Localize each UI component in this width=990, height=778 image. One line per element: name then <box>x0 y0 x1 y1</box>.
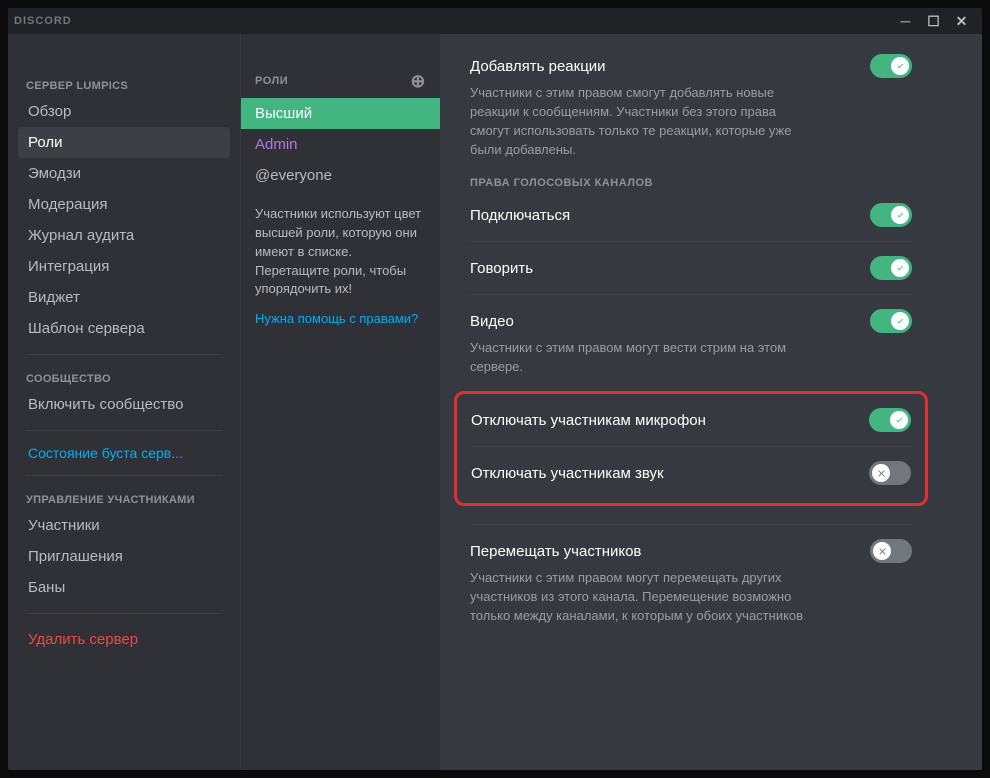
nav-boost-status[interactable]: Состояние буста серв... <box>18 441 230 465</box>
perm-mute-members: Отключать участникам микрофон <box>471 408 911 432</box>
nav-bans[interactable]: Баны <box>18 572 230 603</box>
nav-emoji[interactable]: Эмодзи <box>18 158 230 189</box>
sidebar-divider <box>26 613 222 614</box>
nav-overview[interactable]: Обзор <box>18 96 230 127</box>
highlighted-permissions: Отключать участникам микрофон Отключать … <box>454 391 928 506</box>
sidebar-divider <box>26 430 222 431</box>
voice-permissions-label: ПРАВА ГОЛОСОВЫХ КАНАЛОВ <box>470 177 912 189</box>
nav-delete-server[interactable]: Удалить сервер <box>18 624 230 655</box>
perm-add-reactions-title: Добавлять реакции <box>470 58 606 75</box>
perm-divider <box>470 241 912 242</box>
perm-add-reactions: Добавлять реакции Участники с этим право… <box>470 54 912 159</box>
content-area: СЕРВЕР LUMPICS Обзор Роли Эмодзи Модерац… <box>8 34 982 770</box>
role-item-highest[interactable]: Высший <box>241 98 440 129</box>
perm-video-desc: Участники с этим правом могут вести стри… <box>470 339 810 377</box>
add-role-button[interactable]: ⊕ <box>410 72 426 90</box>
window-maximize-button[interactable]: ☐ <box>920 8 948 34</box>
nav-invites[interactable]: Приглашения <box>18 541 230 572</box>
sidebar-settings: СЕРВЕР LUMPICS Обзор Роли Эмодзи Модерац… <box>8 34 240 770</box>
window-close-button[interactable]: ✕ <box>948 8 976 34</box>
community-section-label: СООБЩЕСТВО <box>18 365 230 389</box>
roles-header-label: РОЛИ <box>255 75 288 87</box>
perm-mute-members-toggle[interactable] <box>869 408 911 432</box>
roles-column: РОЛИ ⊕ Высший Admin @everyone Участники … <box>240 34 440 770</box>
permissions-panel: Добавлять реакции Участники с этим право… <box>440 34 982 770</box>
perm-video-toggle[interactable] <box>870 309 912 333</box>
perm-move-members-desc: Участники с этим правом могут перемещать… <box>470 569 810 626</box>
role-item-admin[interactable]: Admin <box>241 129 440 160</box>
perm-connect-title: Подключаться <box>470 207 570 224</box>
members-section-label: УПРАВЛЕНИЕ УЧАСТНИКАМИ <box>18 486 230 510</box>
perm-connect-toggle[interactable] <box>870 203 912 227</box>
perm-move-members-title: Перемещать участников <box>470 543 641 560</box>
roles-header: РОЛИ ⊕ <box>241 72 440 98</box>
nav-widget[interactable]: Виджет <box>18 282 230 313</box>
brand-label: DISCORD <box>14 15 72 27</box>
nav-roles[interactable]: Роли <box>18 127 230 158</box>
perm-deafen-members: Отключать участникам звук <box>471 461 911 485</box>
perm-deafen-members-toggle[interactable] <box>869 461 911 485</box>
window-minimize-button[interactable]: ─ <box>892 8 920 34</box>
nav-template[interactable]: Шаблон сервера <box>18 313 230 344</box>
perm-speak-title: Говорить <box>470 260 533 277</box>
perm-deafen-members-title: Отключать участникам звук <box>471 465 664 482</box>
app-window: DISCORD ─ ☐ ✕ ✕ ESC СЕРВЕР LUMPICS Обзор… <box>8 8 982 770</box>
sidebar-divider <box>26 354 222 355</box>
nav-audit-log[interactable]: Журнал аудита <box>18 220 230 251</box>
perm-divider <box>470 524 912 525</box>
role-item-everyone[interactable]: @everyone <box>241 160 440 191</box>
nav-enable-community[interactable]: Включить сообщество <box>18 389 230 420</box>
nav-integrations[interactable]: Интеграция <box>18 251 230 282</box>
perm-move-members: Перемещать участников Участники с этим п… <box>470 539 912 626</box>
titlebar: DISCORD ─ ☐ ✕ <box>8 8 982 34</box>
perm-move-members-toggle[interactable] <box>870 539 912 563</box>
roles-hint-text: Участники используют цвет высшей роли, к… <box>241 191 440 305</box>
perm-connect: Подключаться <box>470 203 912 227</box>
perm-add-reactions-desc: Участники с этим правом смогут добавлять… <box>470 84 810 159</box>
nav-moderation[interactable]: Модерация <box>18 189 230 220</box>
roles-help-link[interactable]: Нужна помощь с правами? <box>241 305 440 332</box>
perm-speak-toggle[interactable] <box>870 256 912 280</box>
perm-video: Видео Участники с этим правом могут вест… <box>470 309 912 377</box>
perm-divider <box>470 294 912 295</box>
server-section-label: СЕРВЕР LUMPICS <box>18 72 230 96</box>
perm-add-reactions-toggle[interactable] <box>870 54 912 78</box>
perm-divider <box>471 446 911 447</box>
perm-video-title: Видео <box>470 313 514 330</box>
perm-mute-members-title: Отключать участникам микрофон <box>471 412 706 429</box>
perm-speak: Говорить <box>470 256 912 280</box>
nav-members[interactable]: Участники <box>18 510 230 541</box>
sidebar-divider <box>26 475 222 476</box>
